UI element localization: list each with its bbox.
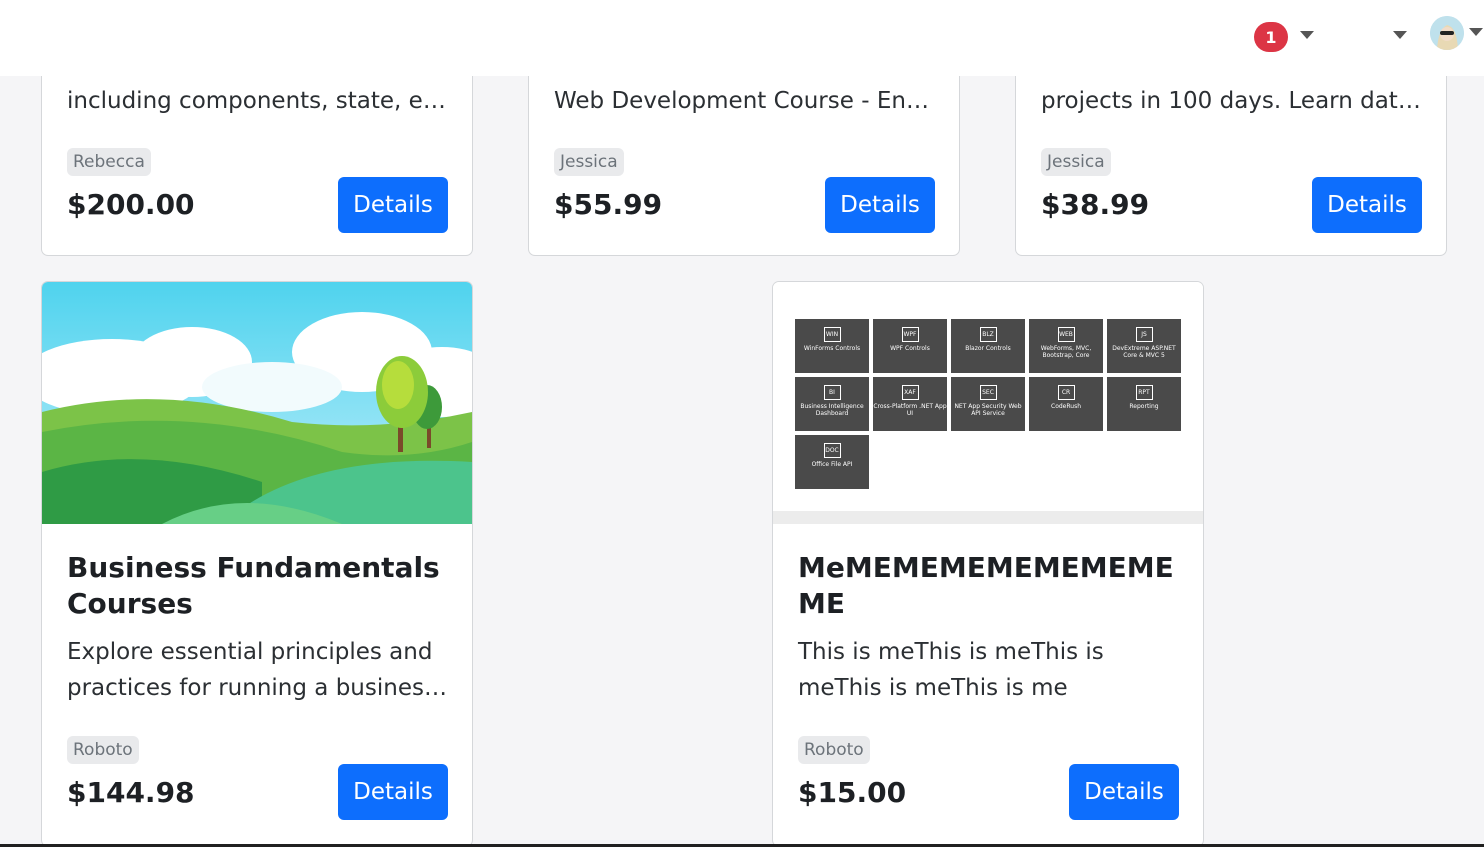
author-badge: Jessica (554, 148, 624, 176)
course-price: $38.99 (1041, 188, 1150, 221)
product-tile: BI Business Intelligence Dashboard (795, 377, 869, 431)
product-tile: DOC Office File API (795, 435, 869, 489)
course-title: Business Fundamentals Courses (67, 551, 440, 620)
details-button[interactable]: Details (825, 177, 935, 233)
details-button[interactable]: Details (338, 177, 448, 233)
product-tile: WEB WebForms, MVC, Bootstrap, Core (1029, 319, 1103, 373)
image-strip (773, 511, 1203, 524)
details-button[interactable]: Details (1069, 764, 1179, 820)
description-line: Explore essential principles and (67, 639, 433, 665)
course-description: Explore essential principles and practic… (67, 634, 452, 706)
author-badge: Roboto (67, 736, 139, 764)
author-badge: Roboto (798, 736, 870, 764)
product-tiles-image: WIN WinForms Controls WPF WPF Controls BLZ… (773, 282, 1203, 524)
chevron-down-icon[interactable] (1300, 31, 1314, 39)
notification-badge: 1 (1254, 22, 1288, 52)
details-button[interactable]: Details (1312, 177, 1422, 233)
course-description: projects in 100 days. Learn data... (1041, 88, 1423, 114)
notifications-button[interactable]: 1 (1254, 22, 1288, 52)
product-tile: CR CodeRush (1029, 377, 1103, 431)
course-description: including components, state, effec... (67, 88, 449, 114)
product-tile: BLZ Blazor Controls (951, 319, 1025, 373)
product-tile: WIN WinForms Controls (795, 319, 869, 373)
author-badge: Rebecca (67, 148, 151, 176)
course-title: MeMEMEMEMEMEMEMEME (798, 551, 1174, 620)
avatar[interactable] (1430, 16, 1464, 50)
course-description: This is meThis is meThis is meThis is me… (798, 639, 1104, 701)
author-badge: Jessica (1041, 148, 1111, 176)
chevron-down-icon[interactable] (1393, 31, 1407, 39)
details-button[interactable]: Details (338, 764, 448, 820)
landscape-image (42, 282, 472, 524)
product-tile: RPT Reporting (1107, 377, 1181, 431)
top-navbar: 1 (0, 0, 1484, 76)
product-tile: XAF Cross-Platform .NET App UI (873, 377, 947, 431)
product-tile: WPF WPF Controls (873, 319, 947, 373)
chevron-down-icon[interactable] (1469, 28, 1483, 36)
course-price: $144.98 (67, 776, 195, 809)
avatar-image (1430, 16, 1464, 50)
course-price: $200.00 (67, 188, 195, 221)
description-line: practices for running a business b... (67, 675, 452, 701)
course-card: WIN WinForms Controls WPF WPF Controls BLZ… (772, 281, 1204, 847)
product-tile: JS DevExtreme ASP.NET Core & MVC 5 (1107, 319, 1181, 373)
course-description: Web Development Course - Entity... (554, 88, 936, 114)
product-tile: SEC NET App Security Web API Service (951, 377, 1025, 431)
course-price: $15.00 (798, 776, 907, 809)
course-price: $55.99 (554, 188, 663, 221)
course-card: Business Fundamentals Courses Explore es… (41, 281, 473, 847)
